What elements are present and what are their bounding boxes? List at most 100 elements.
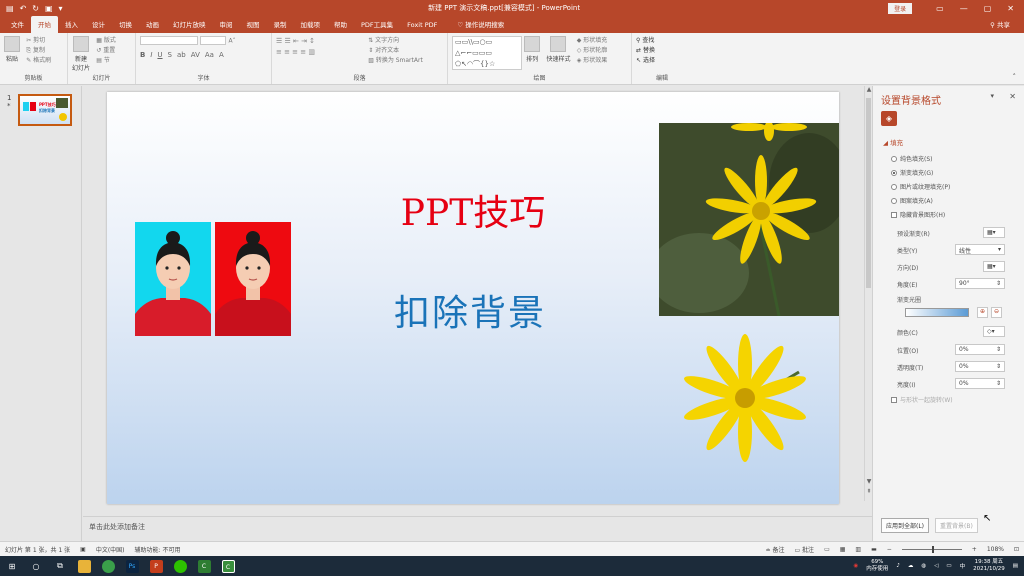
zoom-in-icon[interactable]: + <box>972 546 977 553</box>
flower-photo[interactable] <box>659 123 839 316</box>
accessibility-status[interactable]: 辅助功能: 不可用 <box>135 545 181 554</box>
arrange-button[interactable]: 排列 <box>524 36 541 63</box>
font-name-select[interactable] <box>140 36 198 45</box>
reset-button[interactable]: ↺ 重置 <box>96 46 116 56</box>
id-photo-blue[interactable] <box>135 222 211 336</box>
pane-close-icon[interactable]: ✕ <box>1009 92 1016 101</box>
replace-button[interactable]: ⇄ 替换 <box>636 46 688 56</box>
wechat-tray-icon[interactable]: ◍ <box>921 563 926 569</box>
save-icon[interactable]: ▤ <box>6 4 14 13</box>
ribbon-display-icon[interactable]: ▭ <box>936 4 944 13</box>
color-picker[interactable]: ◇▾ <box>983 326 1005 337</box>
fit-slide-icon[interactable]: ⊡ <box>1014 546 1019 553</box>
brightness-input[interactable]: 0% ⇕ <box>955 378 1005 389</box>
shape-effects-button[interactable]: ◈ 形状效果 <box>577 56 608 66</box>
tab-file[interactable]: 文件 <box>4 16 31 33</box>
angle-input[interactable]: 90° ⇕ <box>955 278 1005 289</box>
pane-options-icon[interactable]: ▾ <box>990 92 994 100</box>
case-button[interactable]: Aa <box>205 51 214 59</box>
photoshop-icon[interactable]: Ps <box>120 556 144 576</box>
wechat-icon[interactable] <box>168 556 192 576</box>
format-painter-button[interactable]: ✎ 格式刷 <box>26 56 51 66</box>
position-input[interactable]: 0% ⇕ <box>955 344 1005 355</box>
cut-button[interactable]: ✂ 剪切 <box>26 36 51 46</box>
new-slide-button[interactable]: 新建 幻灯片 <box>72 36 90 72</box>
language-status[interactable]: 中文(中国) <box>96 545 125 554</box>
tab-home[interactable]: 开始 <box>31 16 58 33</box>
scroll-thumb[interactable] <box>866 98 871 288</box>
tab-insert[interactable]: 插入 <box>58 16 85 33</box>
transparency-input[interactable]: 0% ⇕ <box>955 361 1005 372</box>
zoom-level[interactable]: 108% <box>987 546 1004 553</box>
camtasia-recorder-icon[interactable]: C <box>216 556 240 576</box>
slide-subtitle[interactable]: 扣除背景 <box>345 284 595 336</box>
notification-icon[interactable]: ▤ <box>1013 563 1018 569</box>
input-method[interactable]: 中 <box>960 562 966 570</box>
remove-stop-icon[interactable]: ⊖ <box>991 307 1002 318</box>
tab-animations[interactable]: 动画 <box>139 16 166 33</box>
redo-icon[interactable]: ↻ <box>32 4 39 13</box>
section-button[interactable]: ▤ 节 <box>96 56 116 66</box>
reading-view-icon[interactable]: ▥ <box>855 546 861 553</box>
tab-slideshow[interactable]: 幻灯片放映 <box>166 16 213 33</box>
tab-help[interactable]: 帮助 <box>327 16 354 33</box>
type-dropdown[interactable]: 线性 ▾ <box>955 244 1005 255</box>
tab-record[interactable]: 录制 <box>267 16 294 33</box>
microphone-icon[interactable]: ♪ <box>896 563 900 569</box>
font-color-button[interactable]: A <box>219 51 224 59</box>
flower-cutout[interactable] <box>679 332 813 472</box>
clock[interactable]: 19:38 周五 2021/10/29 <box>973 559 1005 573</box>
tab-view[interactable]: 视图 <box>240 16 267 33</box>
minimize-button[interactable]: — <box>960 4 968 13</box>
shape-outline-button[interactable]: ◇ 形状轮廓 <box>577 46 608 56</box>
list-align-icons[interactable]: ☰ ☰ ⇤ ⇥ ↕ ≡ ≡ ≡ ≡ ▥ <box>276 36 366 58</box>
font-grow-icon[interactable]: A˄ <box>228 38 235 45</box>
vertical-scrollbar[interactable]: ▲ ▼ ⇞ <box>864 86 872 501</box>
tab-foxit-pdf[interactable]: Foxit PDF <box>400 18 444 33</box>
radio-picture-fill[interactable]: 图片或纹理填充(P) <box>891 182 950 191</box>
windows-start-icon[interactable]: ⊞ <box>0 556 24 576</box>
share-button[interactable]: ⚲ 共享 <box>990 16 1010 33</box>
camtasia-icon[interactable]: C <box>192 556 216 576</box>
browser-icon[interactable] <box>96 556 120 576</box>
tab-addins[interactable]: 加载项 <box>294 16 328 33</box>
notes-area[interactable]: 单击此处添加备注 <box>83 516 873 540</box>
tell-me-search[interactable]: ♡ 操作说明搜索 <box>450 16 511 33</box>
layout-button[interactable]: ▦ 版式 <box>96 36 116 46</box>
tab-review[interactable]: 审阅 <box>213 16 240 33</box>
radio-solid-fill[interactable]: 纯色填充(S) <box>891 154 933 163</box>
tab-transitions[interactable]: 切换 <box>112 16 139 33</box>
slideshow-view-icon[interactable]: ▬ <box>871 546 877 553</box>
fill-section-header[interactable]: ◢ 填充 <box>883 137 903 147</box>
slide-thumbnail[interactable]: PPT技巧 扣除背景 <box>18 94 72 126</box>
shapes-gallery[interactable]: ▭▭\\▭○▭ △⌐⌐▭▭▭ ⬠↖◠⌒{}☆ <box>452 36 522 70</box>
spellcheck-icon[interactable]: ▣ <box>80 546 86 553</box>
slide-canvas[interactable]: PPT技巧 扣除背景 <box>107 92 839 504</box>
bold-button[interactable]: B <box>140 51 145 59</box>
sorter-view-icon[interactable]: ▦ <box>840 546 846 553</box>
add-stop-icon[interactable]: ⊕ <box>977 307 988 318</box>
notes-button[interactable]: ≐ 备注 <box>766 545 785 554</box>
shape-fill-button[interactable]: ◆ 形状填充 <box>577 36 608 46</box>
direction-dropdown[interactable]: ▦▾ <box>983 261 1005 272</box>
speaker-icon[interactable]: ◁ <box>934 563 938 569</box>
undo-icon[interactable]: ↶ <box>20 4 27 13</box>
comments-button[interactable]: ▭ 批注 <box>794 545 814 554</box>
hide-background-checkbox[interactable]: 隐藏背景图形(H) <box>891 210 945 219</box>
italic-button[interactable]: I <box>150 51 152 59</box>
preset-gradient-dropdown[interactable]: ▦▾ <box>983 227 1005 238</box>
zoom-slider[interactable] <box>901 545 962 553</box>
file-explorer-icon[interactable] <box>72 556 96 576</box>
copy-button[interactable]: ⎘ 复制 <box>26 46 51 56</box>
font-size-select[interactable] <box>200 36 227 45</box>
spacing-button[interactable]: AV <box>191 51 200 59</box>
strike-button[interactable]: S <box>168 51 172 59</box>
cloud-icon[interactable]: ☁ <box>908 563 914 569</box>
network-icon[interactable]: ▭ <box>946 563 951 569</box>
slideshow-icon[interactable]: ▣ <box>45 4 53 13</box>
slide-title[interactable]: PPT技巧 <box>353 184 593 236</box>
shadow-button[interactable]: ab <box>177 51 186 59</box>
underline-button[interactable]: U <box>157 51 162 59</box>
align-text-button[interactable]: ⇕ 对齐文本 <box>368 46 423 56</box>
tab-pdf-tools[interactable]: PDF工具集 <box>354 16 400 33</box>
